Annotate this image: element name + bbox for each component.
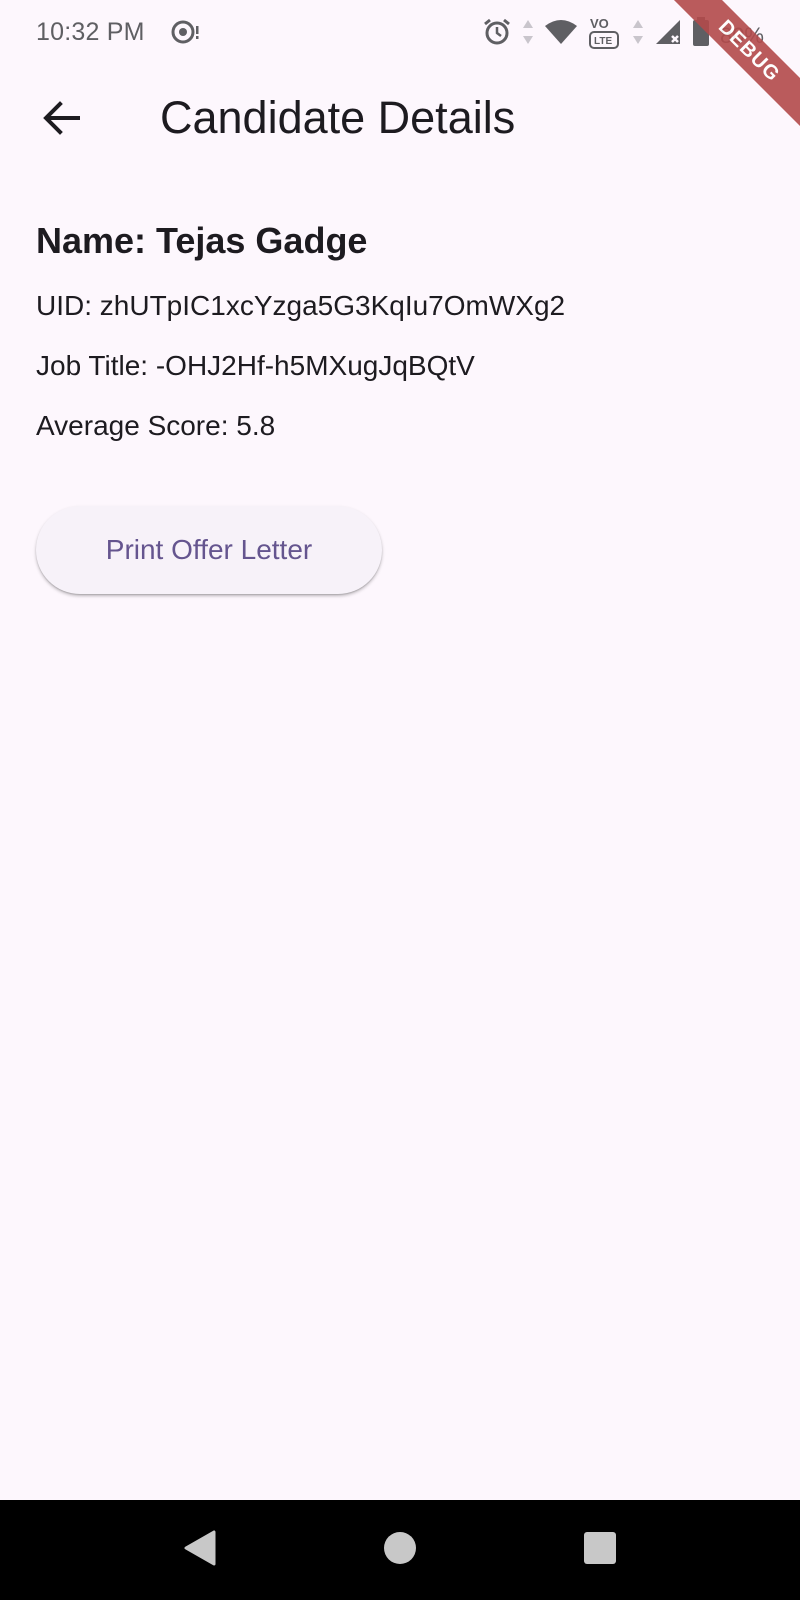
nav-back-button[interactable] <box>180 1530 220 1570</box>
data-saver-icon <box>171 19 201 45</box>
status-bar: 10:32 PM VO LTE <box>0 0 800 64</box>
back-button[interactable] <box>32 90 92 150</box>
app-bar: Candidate Details <box>0 72 800 172</box>
status-time: 10:32 PM <box>36 17 145 46</box>
triangle-back-icon <box>182 1528 218 1573</box>
circle-home-icon <box>382 1530 418 1571</box>
candidate-uid: UID: zhUTpIC1xcYzga5G3KqIu7OmWXg2 <box>36 290 566 321</box>
screen: 10:32 PM VO LTE DEBUG Candidate Details … <box>0 0 800 1600</box>
wifi-icon <box>544 18 578 53</box>
volte-icon: VO LTE <box>588 14 622 57</box>
signal-icon <box>654 18 682 53</box>
alarm-icon <box>482 17 512 54</box>
arrow-back-icon <box>42 98 82 143</box>
candidate-details: Name: Tejas Gadge UID: zhUTpIC1xcYzga5G3… <box>36 220 764 594</box>
nav-recents-button[interactable] <box>580 1530 620 1570</box>
system-navigation-bar <box>0 1500 800 1600</box>
candidate-average-score: Average Score: 5.8 <box>36 410 276 441</box>
candidate-name: Name: Tejas Gadge <box>36 220 368 261</box>
candidate-job-title: Job Title: -OHJ2Hf-h5MXugJqBQtV <box>36 350 475 381</box>
data-arrows-icon <box>522 18 534 53</box>
page-title: Candidate Details <box>160 92 516 143</box>
data-arrows-icon-2 <box>632 18 644 53</box>
print-offer-letter-button[interactable]: Print Offer Letter <box>36 506 382 594</box>
svg-text:VO: VO <box>590 16 609 31</box>
nav-home-button[interactable] <box>380 1530 420 1570</box>
square-recents-icon <box>582 1530 618 1571</box>
svg-text:LTE: LTE <box>594 36 612 47</box>
